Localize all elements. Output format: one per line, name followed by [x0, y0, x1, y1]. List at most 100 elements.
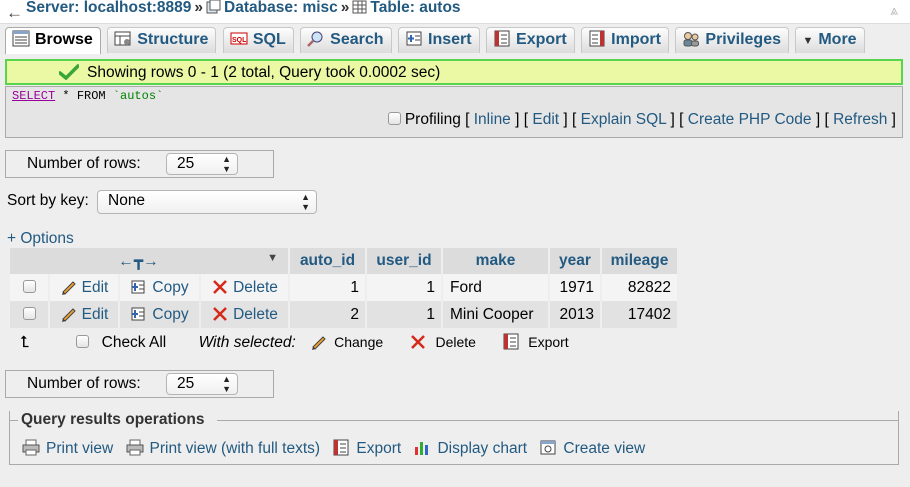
- check-all-checkbox[interactable]: [76, 335, 90, 348]
- delete-row-link[interactable]: Delete: [211, 279, 278, 296]
- cell-make: Mini Cooper: [443, 301, 548, 328]
- browse-icon: [12, 30, 30, 47]
- sort-select-value: None: [108, 192, 146, 209]
- column-dropdown-icon[interactable]: ▼: [267, 252, 278, 264]
- tab-search[interactable]: Search: [300, 27, 392, 53]
- delete-cell: Delete: [201, 274, 288, 301]
- breadcrumb-table[interactable]: Table: autos: [370, 0, 460, 16]
- notice-text: Showing rows 0 - 1 (2 total, Query took …: [87, 64, 441, 81]
- printer-icon: [126, 439, 143, 456]
- fieldset-border: [9, 420, 18, 421]
- change-selected-button[interactable]: Change: [310, 334, 383, 350]
- breadcrumb: Server: localhost:8889» Database: misc» Ta…: [26, 0, 461, 18]
- print-view-full-link[interactable]: Print view (with full texts): [126, 439, 320, 457]
- print-view-link[interactable]: Print view: [22, 439, 113, 457]
- row-checkbox-cell: [10, 274, 48, 301]
- export-results-label: Export: [356, 440, 402, 457]
- row-checkbox[interactable]: [22, 279, 36, 293]
- create-view-icon: [540, 440, 556, 455]
- copy-label: Copy: [152, 278, 189, 296]
- sql-query-text[interactable]: SELECT * FROM `autos`: [12, 89, 163, 103]
- copy-row-link[interactable]: Copy: [130, 306, 189, 323]
- breadcrumb-server[interactable]: Server: localhost:8889: [26, 0, 191, 16]
- tab-browse[interactable]: Browse: [5, 27, 101, 54]
- edit-query-link[interactable]: Edit: [532, 111, 559, 128]
- import-icon: [589, 30, 605, 47]
- copy-row-link[interactable]: Copy: [130, 278, 189, 296]
- rows-label: Number of rows:: [27, 155, 141, 172]
- sql-query-box: SELECT * FROM `autos` Profiling [ Inline…: [5, 86, 903, 138]
- delete-x-icon: [213, 279, 227, 294]
- sort-by-key-select[interactable]: None ▲ ▼: [97, 190, 317, 214]
- edit-row-link[interactable]: Edit: [60, 278, 109, 296]
- breadcrumb-database[interactable]: Database: misc: [224, 0, 338, 16]
- cell-auto-id: 2: [290, 301, 365, 328]
- tab-sql[interactable]: SQL SQL: [222, 27, 294, 53]
- change-label: Change: [334, 334, 384, 350]
- create-php-code-link[interactable]: Create PHP Code: [688, 111, 812, 128]
- column-header-year[interactable]: year: [550, 248, 600, 274]
- cell-year: 2013: [550, 301, 600, 328]
- check-all-label[interactable]: Check All: [102, 334, 167, 351]
- copy-icon: [131, 280, 145, 293]
- tab-label: Export: [516, 31, 567, 48]
- edit-label: Edit: [81, 278, 109, 296]
- tab-label: More: [818, 31, 857, 48]
- inline-link[interactable]: Inline: [474, 111, 511, 128]
- delete-label: Delete: [233, 305, 278, 323]
- rows-select-value: 25: [177, 375, 195, 392]
- column-header-make[interactable]: make: [443, 248, 548, 274]
- cell-user-id: 1: [367, 301, 441, 328]
- edit-cell: Edit: [50, 274, 118, 301]
- rows-select[interactable]: 25 ▲ ▼: [166, 153, 238, 175]
- profiling-checkbox[interactable]: [387, 112, 401, 125]
- tab-structure[interactable]: Structure: [107, 27, 217, 53]
- delete-x-icon: [213, 306, 227, 321]
- tab-privileges[interactable]: Privileges: [675, 27, 789, 53]
- tab-insert[interactable]: Insert: [398, 27, 480, 53]
- row-checkbox[interactable]: [22, 306, 36, 320]
- create-view-label: Create view: [563, 440, 646, 457]
- display-chart-link[interactable]: Display chart: [413, 440, 527, 457]
- options-link[interactable]: + Options: [7, 230, 74, 248]
- tab-more[interactable]: ▼ More: [795, 27, 865, 53]
- rows-select[interactable]: 25 ▲ ▼: [166, 373, 238, 395]
- query-results-legend: Query results operations: [21, 411, 205, 428]
- results-table: ←┳→ ▼ auto_id user_id make year mileage …: [8, 248, 679, 328]
- cell-mileage: 17402: [602, 301, 677, 328]
- database-icon: [206, 0, 221, 14]
- export-selected-button[interactable]: Export: [502, 333, 569, 350]
- collapse-up-icon[interactable]: ⩓: [890, 2, 898, 19]
- copy-cell: Copy: [120, 274, 199, 301]
- edit-row-link[interactable]: Edit: [60, 305, 109, 323]
- select-arrows-icon: ▲ ▼: [222, 154, 231, 174]
- delete-label: Delete: [435, 334, 476, 350]
- cell-make: Ford: [443, 274, 548, 301]
- explain-sql-link[interactable]: Explain SQL: [581, 111, 667, 128]
- search-icon: [307, 31, 323, 47]
- cell-auto-id: 1: [290, 274, 365, 301]
- select-arrows-icon: ▲ ▼: [301, 192, 310, 212]
- delete-selected-button[interactable]: Delete: [409, 334, 476, 350]
- chevron-down-icon: ▼: [802, 35, 814, 47]
- create-view-link[interactable]: Create view: [539, 440, 645, 457]
- pencil-icon: [61, 307, 76, 322]
- column-header-auto-id[interactable]: auto_id: [290, 248, 365, 274]
- column-toggle-arrows-icon[interactable]: ←┳→: [118, 253, 158, 270]
- table-header-row: ←┳→ ▼ auto_id user_id make year mileage: [10, 248, 677, 274]
- back-arrow-icon[interactable]: ←: [6, 3, 23, 23]
- column-header-user-id[interactable]: user_id: [367, 248, 441, 274]
- tab-import[interactable]: Import: [581, 27, 669, 53]
- export-icon: [494, 30, 510, 47]
- export-results-link[interactable]: Export: [332, 439, 402, 457]
- column-header-mileage[interactable]: mileage: [602, 248, 677, 274]
- tab-export[interactable]: Export: [486, 27, 575, 53]
- refresh-link[interactable]: Refresh: [833, 111, 887, 128]
- delete-row-link[interactable]: Delete: [211, 306, 278, 323]
- bar-chart-icon: [415, 442, 429, 455]
- edit-label: Edit: [81, 305, 109, 323]
- sql-keyword[interactable]: SELECT: [12, 89, 55, 103]
- success-notice: Showing rows 0 - 1 (2 total, Query took …: [5, 59, 903, 85]
- cell-user-id: 1: [367, 274, 441, 301]
- profiling-row: Profiling [ Inline ] [ Edit ] [ Explain …: [387, 111, 896, 129]
